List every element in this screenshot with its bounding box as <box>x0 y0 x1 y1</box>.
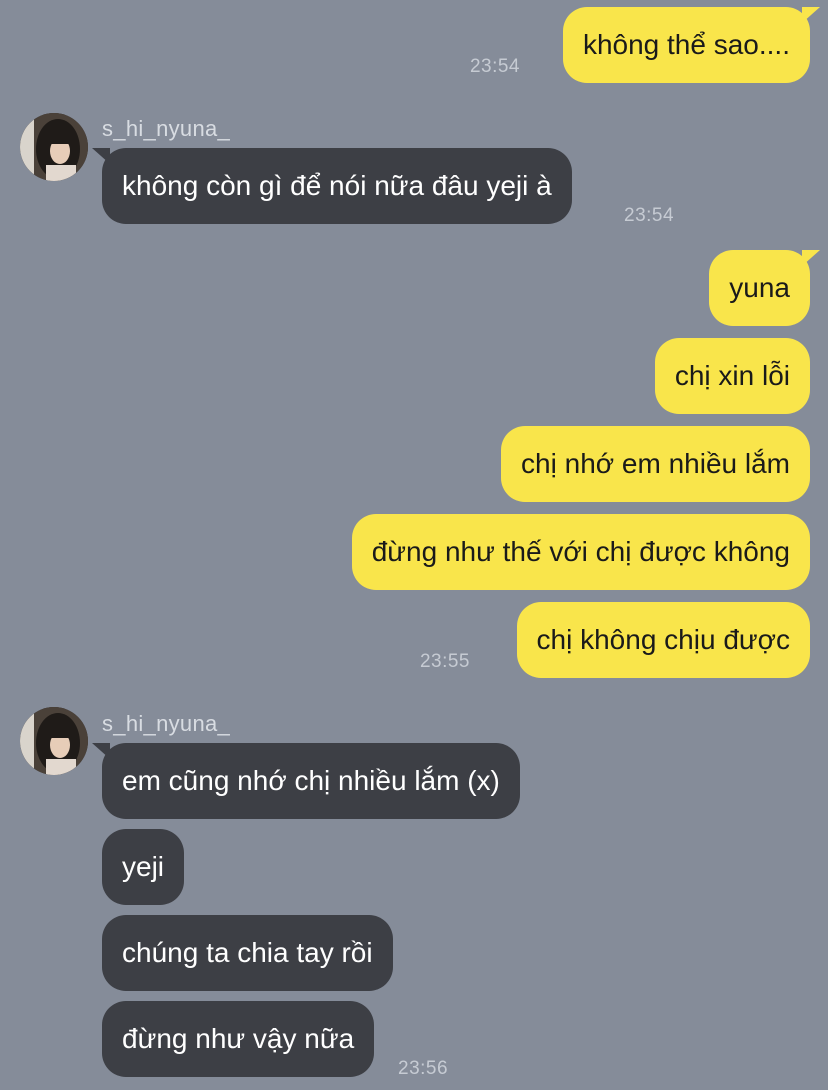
outgoing-message-bubble[interactable]: không thể sao.... <box>562 7 820 83</box>
message-text: không thể sao.... <box>582 29 790 60</box>
contact-avatar[interactable] <box>20 113 88 181</box>
message-text: chị xin lỗi <box>674 360 790 391</box>
outgoing-message-bubble[interactable]: đừng như thế với chị được không <box>351 514 810 590</box>
message-text: chị nhớ em nhiều lắm <box>521 448 790 479</box>
avatar-photo-icon <box>20 113 88 181</box>
message-text: chúng ta chia tay rồi <box>122 937 373 968</box>
message-timestamp: 23:55 <box>419 651 470 672</box>
message-text: em cũng nhớ chị nhiều lắm (x) <box>122 765 500 796</box>
message-timestamp: 23:54 <box>469 56 520 77</box>
bubble-tail <box>92 743 110 759</box>
message-timestamp: 23:54 <box>624 205 675 226</box>
bubble-tail <box>92 148 110 164</box>
contact-avatar[interactable] <box>20 707 88 775</box>
incoming-message-bubble[interactable]: em cũng nhớ chị nhiều lắm (x) <box>92 743 520 819</box>
outgoing-message-bubble[interactable]: chị nhớ em nhiều lắm <box>501 426 810 502</box>
outgoing-message-bubble[interactable]: yuna <box>709 250 820 326</box>
incoming-message-bubble[interactable]: đừng như vậy nữa <box>102 1001 375 1077</box>
message-timestamp: 23:56 <box>398 1058 449 1079</box>
outgoing-message-bubble[interactable]: chị xin lỗi <box>654 338 810 414</box>
message-text: đừng như thế với chị được không <box>371 536 790 567</box>
message-text: chị không chịu được <box>536 624 790 655</box>
contact-username[interactable]: s_hi_nyuna_ <box>102 116 230 142</box>
incoming-message-bubble[interactable]: không còn gì để nói nữa đâu yeji à <box>92 148 572 224</box>
incoming-message-bubble[interactable]: chúng ta chia tay rồi <box>102 915 393 991</box>
message-text: đừng như vậy nữa <box>122 1023 355 1054</box>
contact-username[interactable]: s_hi_nyuna_ <box>102 711 230 737</box>
bubble-tail <box>802 7 820 23</box>
bubble-tail <box>802 250 820 266</box>
message-text: yeji <box>122 851 165 882</box>
outgoing-message-bubble[interactable]: chị không chịu được <box>516 602 810 678</box>
message-text: yuna <box>729 272 790 303</box>
message-text: không còn gì để nói nữa đâu yeji à <box>122 170 552 201</box>
incoming-message-bubble[interactable]: yeji <box>102 829 185 905</box>
avatar-photo-icon <box>20 707 88 775</box>
